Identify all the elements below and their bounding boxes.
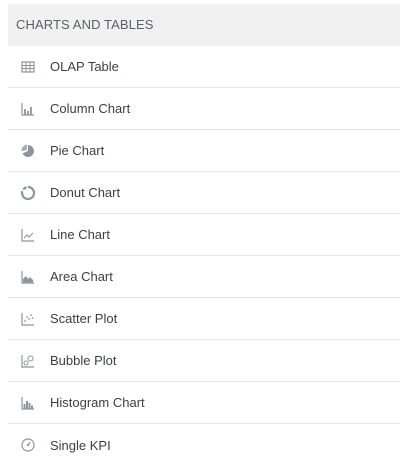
chart-item-histogram-chart[interactable]: Histogram Chart <box>8 382 400 424</box>
table-icon <box>20 59 36 75</box>
chart-item-single-kpi[interactable]: Single KPI <box>8 424 400 466</box>
kpi-gauge-icon <box>20 437 36 453</box>
chart-item-label: Histogram Chart <box>50 395 145 410</box>
chart-item-label: Pie Chart <box>50 143 105 158</box>
scatter-plot-icon <box>20 311 36 327</box>
chart-item-donut-chart[interactable]: Donut Chart <box>8 172 400 214</box>
charts-and-tables-panel: CHARTS AND TABLES OLAP Table Column Char… <box>8 4 400 466</box>
donut-chart-icon <box>20 185 36 201</box>
chart-item-column-chart[interactable]: Column Chart <box>8 88 400 130</box>
chart-item-pie-chart[interactable]: Pie Chart <box>8 130 400 172</box>
chart-item-label: Line Chart <box>50 227 110 242</box>
pie-chart-icon <box>20 143 36 159</box>
chart-item-area-chart[interactable]: Area Chart <box>8 256 400 298</box>
histogram-chart-icon <box>20 395 36 411</box>
column-chart-icon <box>20 101 36 117</box>
chart-item-label: Scatter Plot <box>50 311 118 326</box>
chart-item-olap-table[interactable]: OLAP Table <box>8 46 400 88</box>
chart-item-label: Donut Chart <box>50 185 121 200</box>
section-header: CHARTS AND TABLES <box>8 4 400 46</box>
bubble-plot-icon <box>20 353 36 369</box>
chart-item-line-chart[interactable]: Line Chart <box>8 214 400 256</box>
chart-item-scatter-plot[interactable]: Scatter Plot <box>8 298 400 340</box>
line-chart-icon <box>20 227 36 243</box>
chart-item-label: Column Chart <box>50 101 131 116</box>
chart-item-bubble-plot[interactable]: Bubble Plot <box>8 340 400 382</box>
area-chart-icon <box>20 269 36 285</box>
chart-item-label: Bubble Plot <box>50 353 117 368</box>
chart-item-label: Single KPI <box>50 437 111 453</box>
chart-item-label: Area Chart <box>50 269 113 284</box>
chart-item-label: OLAP Table <box>50 59 119 74</box>
chart-type-list: OLAP Table Column Chart Pie Chart Donut … <box>8 46 400 466</box>
